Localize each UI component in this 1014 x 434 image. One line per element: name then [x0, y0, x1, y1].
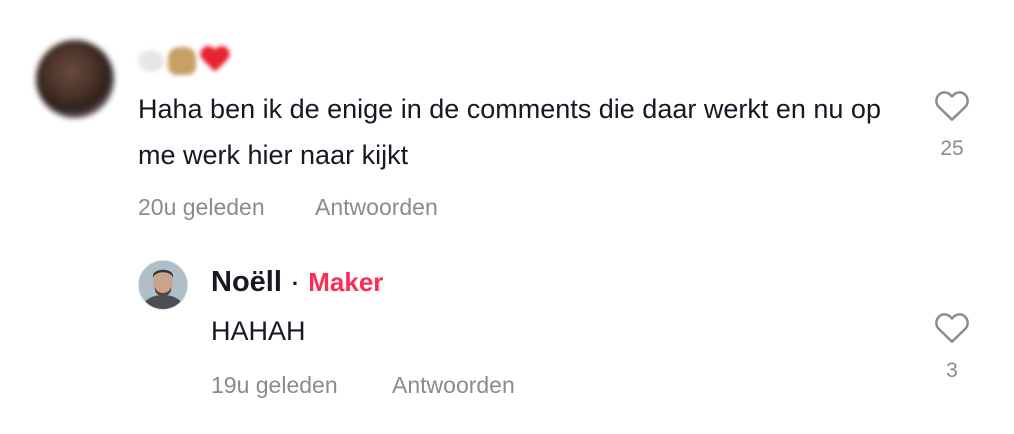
reply-like-count: 3	[946, 359, 958, 382]
separator-dot: ·	[291, 271, 300, 296]
creator-badge: Maker	[308, 267, 384, 297]
reply-author-name[interactable]: Noëll	[211, 266, 282, 299]
comment-like-count: 25	[940, 137, 964, 160]
heart-icon[interactable]	[933, 310, 971, 344]
red-heart-emoji-icon	[200, 47, 230, 75]
reply-timestamp: 19u geleden	[211, 372, 338, 398]
comment-timestamp: 20u geleden	[138, 194, 265, 220]
comment-text: Haha ben ik de enige in de comments die …	[138, 94, 881, 170]
white-heart-emoji-icon	[138, 50, 164, 72]
reply-like[interactable]: 3	[922, 310, 982, 383]
avatar-image	[139, 261, 187, 309]
reply-meta: 19u geleden Antwoorden	[211, 372, 515, 399]
reply-text: HAHAH	[211, 316, 306, 346]
commenter-username[interactable]	[138, 44, 230, 78]
commenter-avatar[interactable]	[36, 40, 114, 118]
heart-icon[interactable]	[933, 88, 971, 122]
reply-reply-button[interactable]: Antwoorden	[392, 372, 515, 398]
comment-reply-button[interactable]: Antwoorden	[315, 194, 438, 220]
reply-header: Noëll · Maker	[211, 266, 383, 299]
comment-meta: 20u geleden Antwoorden	[138, 194, 438, 221]
comment-like[interactable]: 25	[922, 88, 982, 161]
creator-avatar[interactable]	[138, 260, 188, 310]
emoji-icon	[168, 47, 196, 75]
